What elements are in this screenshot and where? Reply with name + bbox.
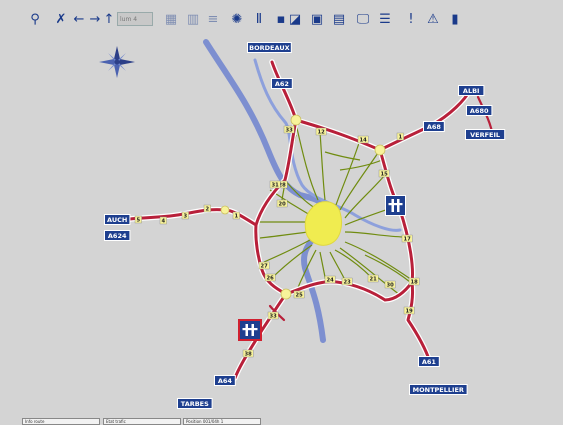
sign-label: TARBES <box>181 400 209 408</box>
sign-a61[interactable]: A61 <box>418 356 440 367</box>
exit-label[interactable]: 1 <box>396 132 404 141</box>
svg-text:1: 1 <box>234 214 238 220</box>
camera-icon[interactable]: ◪ <box>286 9 304 29</box>
grid-view-icon[interactable]: ▦ <box>162 9 180 29</box>
list-icon[interactable]: ☰ <box>376 9 394 29</box>
svg-text:1: 1 <box>398 135 402 141</box>
news-icon[interactable]: ▤ <box>330 9 348 29</box>
exit-label[interactable]: 30 <box>384 280 396 289</box>
exit-label[interactable]: 24 <box>324 275 336 284</box>
traffic-map[interactable]: BORDEAUX A62 ALBI A680 A68 VERFEIL AUCH A624 A61… <box>0 0 563 424</box>
exit-label[interactable]: 1 <box>232 211 240 220</box>
sign-label: A61 <box>422 358 437 366</box>
exit-label[interactable]: 33 <box>283 125 295 134</box>
exit-label[interactable]: 4 <box>159 216 167 225</box>
svg-text:27: 27 <box>260 264 268 270</box>
svg-text:17: 17 <box>403 237 411 243</box>
exit-label[interactable]: 23 <box>341 277 353 286</box>
svg-text:33: 33 <box>269 314 277 320</box>
svg-text:20: 20 <box>278 202 286 208</box>
svg-text:2: 2 <box>205 207 209 213</box>
svg-text:21: 21 <box>369 277 377 283</box>
exit-label[interactable]: 3 <box>181 211 189 220</box>
sign-verfeil[interactable]: VERFEIL <box>465 129 506 140</box>
sign-label: A624 <box>108 232 127 240</box>
exit-label[interactable]: 25 <box>293 290 305 299</box>
exit-label[interactable]: 38 <box>242 349 254 358</box>
sign-label: A68 <box>427 123 442 131</box>
sign-label: ALBI <box>463 87 480 95</box>
exit-label[interactable]: 26 <box>264 273 276 282</box>
lines-view-icon[interactable]: ≡ <box>204 9 222 29</box>
exit-label[interactable]: 20 <box>276 199 288 208</box>
arrow-up-icon[interactable]: ↑ <box>100 9 118 29</box>
motorway-symbol-east[interactable] <box>385 195 406 216</box>
weather-icon[interactable]: ✺ <box>228 9 246 29</box>
sign-label: BORDEAUX <box>249 44 289 52</box>
svg-text:30: 30 <box>386 283 394 289</box>
select-tool-icon[interactable]: ✗ <box>52 9 70 29</box>
sign-a64[interactable]: A64 <box>214 375 236 386</box>
exit-label[interactable]: 31 <box>269 180 281 189</box>
sign-a624[interactable]: A624 <box>104 230 131 241</box>
exit-label[interactable]: 14 <box>357 135 369 144</box>
sign-a62[interactable]: A62 <box>271 78 293 89</box>
svg-text:15: 15 <box>380 172 388 178</box>
sign-label: A64 <box>218 377 233 385</box>
exit-label[interactable]: 27 <box>258 261 270 270</box>
exit-label[interactable]: 15 <box>378 169 390 178</box>
svg-text:12: 12 <box>317 130 325 136</box>
svg-text:4: 4 <box>161 219 165 225</box>
svg-text:25: 25 <box>295 293 303 299</box>
svg-text:19: 19 <box>405 309 413 315</box>
svg-text:33: 33 <box>285 128 293 134</box>
panel-view-icon[interactable]: ▥ <box>184 9 202 29</box>
svg-text:23: 23 <box>343 280 351 286</box>
exit-label[interactable]: 5 <box>134 215 142 224</box>
status-bar: Info route Etat trafic Position 001/04h 1 <box>0 417 563 425</box>
svg-text:14: 14 <box>359 138 367 144</box>
svg-text:18: 18 <box>410 280 418 286</box>
svg-text:26: 26 <box>266 276 274 282</box>
zoom-level-field[interactable]: lum 4 <box>117 12 153 26</box>
sign-label: VERFEIL <box>470 131 500 139</box>
sign-a68[interactable]: A68 <box>423 121 445 132</box>
svg-text:5: 5 <box>136 218 140 224</box>
sign-montpellier[interactable]: MONTPELLIER <box>409 384 468 395</box>
toolbar: ⚲ ✗ ← → ↑ lum 4 ▦ ▥ ≡ ✺ Ⅱ ▪ ◪ ▣ ▤ 🖵 ☰! ⚠ ▮ <box>0 0 563 36</box>
exit-label[interactable]: 21 <box>367 274 379 283</box>
sign-albi[interactable]: ALBI <box>458 85 485 96</box>
exit-label[interactable]: 2 <box>203 204 211 213</box>
motorway-symbol-south[interactable] <box>238 319 262 341</box>
svg-text:24: 24 <box>326 278 334 284</box>
exit-label[interactable]: 17 <box>401 234 413 243</box>
sign-label: AUCH <box>107 216 127 224</box>
sign-auch[interactable]: AUCH <box>104 214 131 225</box>
alert-sign-icon[interactable]: ! <box>402 9 420 29</box>
exit-label[interactable]: 12 <box>315 127 327 136</box>
sign-label: A62 <box>275 80 289 88</box>
screen-icon[interactable]: ▣ <box>308 9 326 29</box>
sign-label: MONTPELLIER <box>413 386 464 394</box>
statistics-icon[interactable]: ▮ <box>446 9 464 29</box>
sign-a680[interactable]: A680 <box>466 105 493 116</box>
svg-text:3: 3 <box>183 214 187 220</box>
exit-label[interactable]: 18 <box>408 277 420 286</box>
sign-tarbes[interactable]: TARBES <box>177 398 213 409</box>
road-person-icon[interactable]: ⚲ <box>26 9 44 29</box>
warning-icon[interactable]: ⚠ <box>424 9 442 29</box>
sign-bordeaux[interactable]: BORDEAUX <box>247 42 292 53</box>
exit-label[interactable]: 33 <box>267 311 279 320</box>
motorway-icon[interactable]: Ⅱ <box>250 9 268 29</box>
exit-label[interactable]: 19 <box>403 306 415 315</box>
city-center <box>304 201 343 246</box>
svg-text:38: 38 <box>244 352 252 358</box>
compass-rose-icon <box>99 46 135 78</box>
computer-icon[interactable]: 🖵 <box>354 9 372 29</box>
svg-text:31: 31 <box>271 183 279 189</box>
sign-label: A680 <box>470 107 489 115</box>
